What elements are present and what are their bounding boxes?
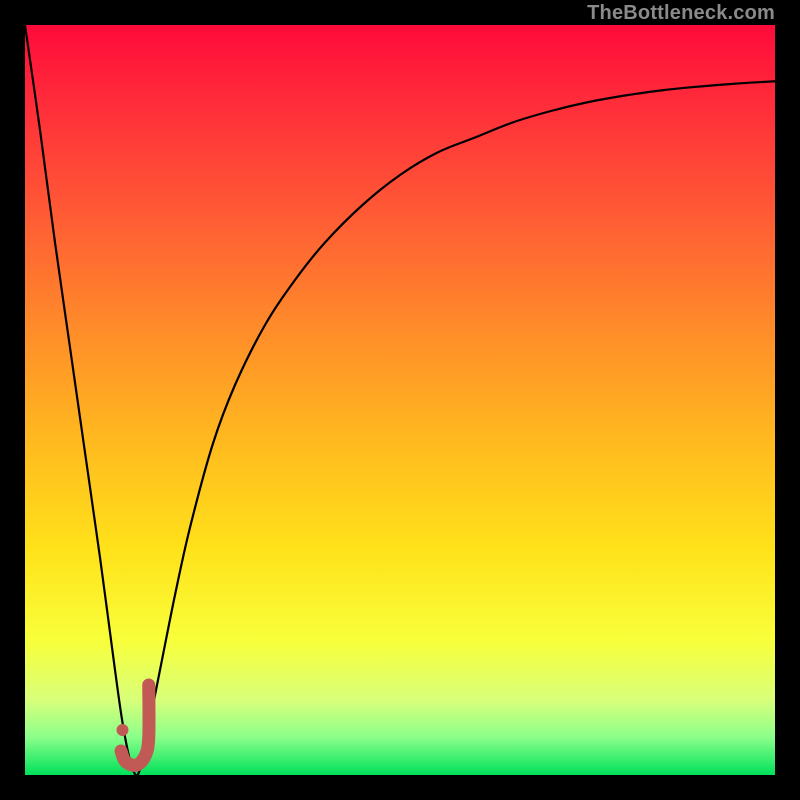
chart-frame: TheBottleneck.com	[0, 0, 800, 800]
bottleneck-curve	[0, 0, 800, 800]
watermark-text: TheBottleneck.com	[587, 2, 775, 25]
